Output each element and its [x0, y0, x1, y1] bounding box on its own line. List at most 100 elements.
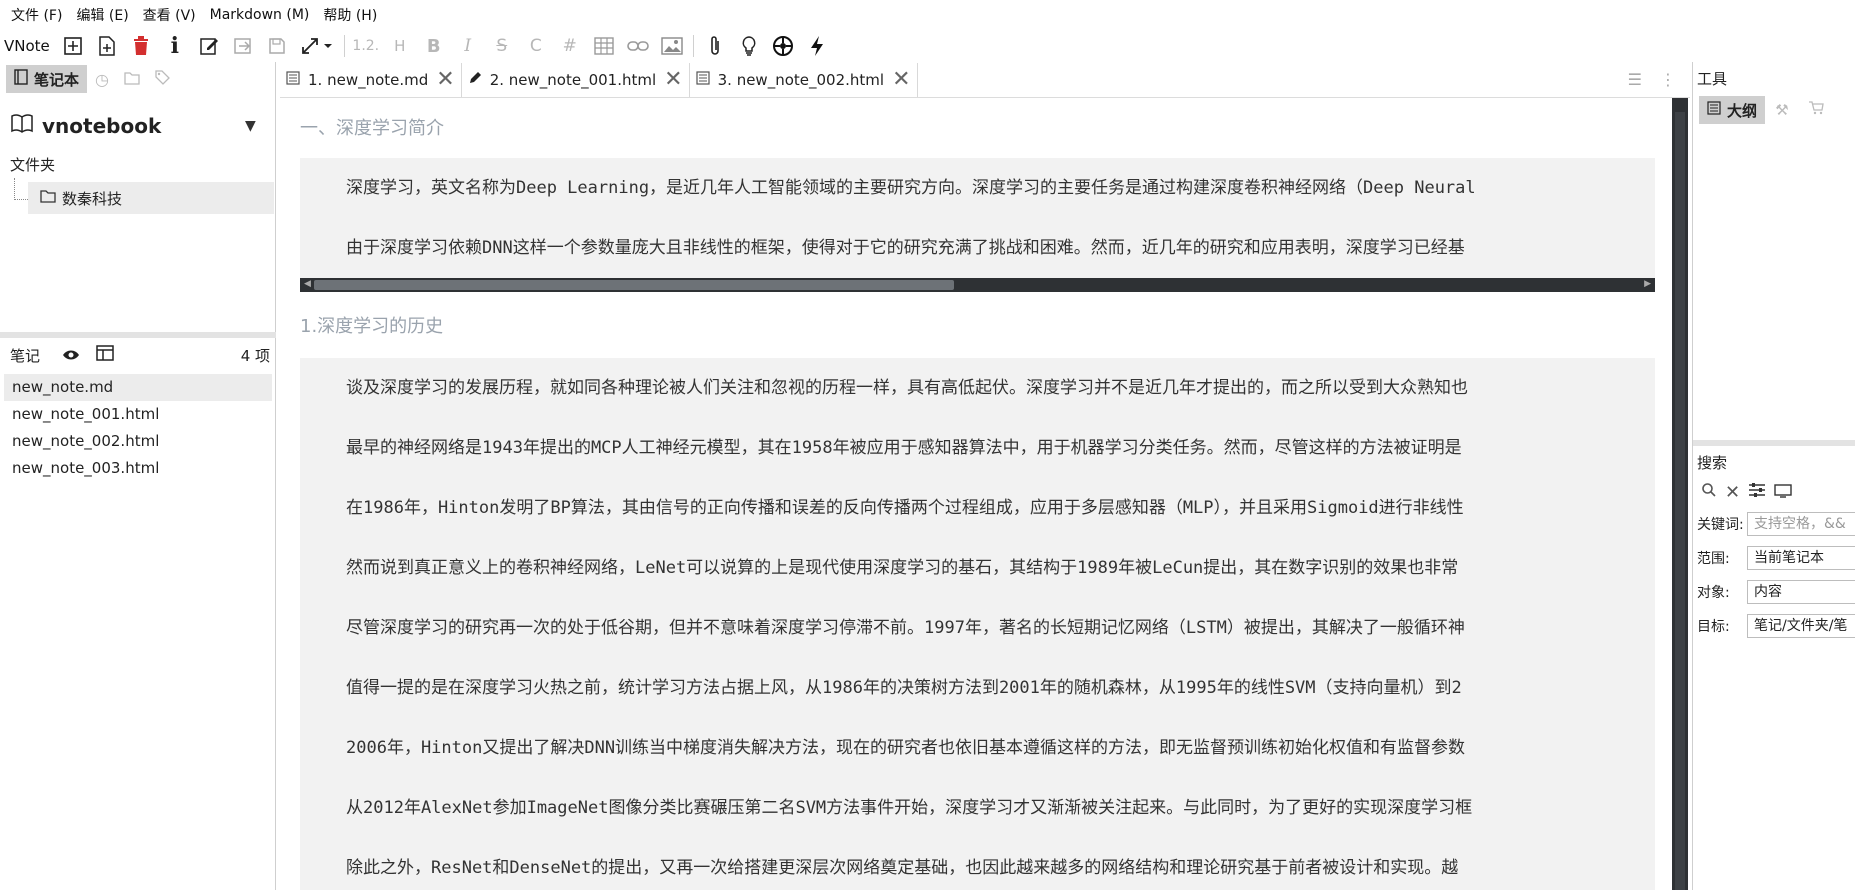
list-item[interactable]: new_note_001.html — [4, 401, 272, 428]
target-select[interactable]: 笔记/文件夹/笔 — [1747, 614, 1855, 638]
scrollbar-thumb[interactable] — [1675, 112, 1685, 890]
paragraph-line: 除此之外，ResNet和DenseNet的提出，又再一次给搭建更深层次网络奠定基… — [346, 858, 1459, 878]
horizontal-scrollbar[interactable]: ◀ ▶ — [300, 278, 1655, 292]
tools-tab-bar: 大纲 ⚒ — [1693, 95, 1855, 125]
toolbar-separator — [343, 35, 345, 57]
explorer-icon[interactable] — [117, 70, 147, 89]
menu-view[interactable]: 查看 (V) — [136, 5, 203, 25]
console-icon[interactable] — [1774, 483, 1792, 502]
scope-row: 范围: 当前笔记本 — [1693, 541, 1855, 575]
tab-label: 2. new_note_001.html — [489, 70, 657, 89]
left-tab-bar: 笔记本 ◷ — [0, 62, 275, 96]
tab-outline[interactable]: 大纲 — [1699, 96, 1766, 124]
tab-list-icon[interactable]: ☰ — [1628, 70, 1642, 89]
table-icon[interactable] — [587, 31, 621, 61]
info-icon[interactable]: i — [158, 31, 192, 61]
heading-2: 1.深度学习的历史 — [300, 316, 444, 337]
menu-markdown[interactable]: Markdown (M) — [203, 7, 317, 23]
notes-list: new_note.md new_note_001.html new_note_0… — [0, 374, 276, 482]
cart-icon[interactable] — [1799, 101, 1833, 119]
tools-panel: 工具 大纲 ⚒ 搜索 ✕ 关键词: 支持空格，&& 范围: 当前笔记本 对象: … — [1692, 62, 1855, 890]
panel-splitter[interactable] — [1693, 440, 1855, 446]
inline-code-button[interactable]: C — [519, 31, 553, 61]
paragraph-line: 在1986年，Hinton发明了BP算法，其由信号的正向传播和误差的反向传播两个… — [346, 498, 1464, 518]
italic-button[interactable]: I — [451, 31, 485, 61]
search-actions: ✕ — [1693, 477, 1855, 507]
universal-entry-icon[interactable] — [766, 31, 800, 61]
scroll-left-icon[interactable]: ◀ — [304, 279, 311, 289]
image-icon[interactable] — [655, 31, 689, 61]
link-icon[interactable] — [621, 31, 655, 61]
more-options-icon[interactable]: ⋮ — [1660, 70, 1676, 89]
scope-label: 范围: — [1697, 551, 1730, 567]
editor-area[interactable]: 一、深度学习简介 深度学习，英文名称为Deep Learning，是近几年人工智… — [280, 98, 1670, 890]
tab-outline-label: 大纲 — [1727, 101, 1758, 120]
code-block-button[interactable]: # — [553, 31, 587, 61]
chevron-down-icon[interactable]: ▼ — [245, 118, 275, 134]
tab-new-note-002-html[interactable]: 3. new_note_002.html ✕ — [690, 62, 918, 97]
magic-wand-icon[interactable]: ⚒ — [1765, 101, 1799, 119]
heading-button[interactable]: H — [383, 31, 417, 61]
object-row: 对象: 内容 — [1693, 575, 1855, 609]
scroll-right-icon[interactable]: ▶ — [1644, 279, 1651, 289]
list-item[interactable]: new_note_002.html — [4, 428, 272, 455]
list-item[interactable]: new_note.md — [4, 374, 272, 401]
paragraph-line: 从2012年AlexNet参加ImageNet图像分类比赛碾压第二名SVM方法事… — [346, 798, 1473, 818]
history-icon[interactable]: ◷ — [87, 70, 117, 89]
heading-sequence-button[interactable]: 1.2. — [349, 31, 383, 61]
object-select[interactable]: 内容 — [1747, 580, 1855, 604]
target-label: 目标: — [1697, 619, 1730, 635]
notes-header: 笔记 4 项 — [0, 338, 276, 372]
outline-icon — [1707, 101, 1721, 119]
scope-select[interactable]: 当前笔记本 — [1747, 546, 1855, 570]
attachment-icon[interactable] — [698, 31, 732, 61]
flash-icon[interactable] — [800, 31, 834, 61]
tab-new-note-md[interactable]: 1. new_note.md ✕ — [280, 62, 462, 97]
strikethrough-button[interactable]: S — [485, 31, 519, 61]
view-mode-icon[interactable] — [88, 345, 122, 365]
navigation-panel: 笔记本 ◷ vnotebook ▼ 文件夹 数秦科技 笔记 4 项 new_no… — [0, 62, 276, 890]
tag-icon[interactable] — [147, 69, 177, 89]
lightbulb-icon[interactable] — [732, 31, 766, 61]
close-icon[interactable]: ✕ — [436, 67, 454, 92]
folder-item-label: 数秦科技 — [62, 189, 123, 208]
search-icon[interactable] — [1701, 482, 1717, 502]
tab-notebook[interactable]: 笔记本 — [6, 65, 88, 93]
delete-icon[interactable] — [124, 31, 158, 61]
new-note-icon[interactable] — [90, 31, 124, 61]
notes-label: 笔记 — [10, 346, 41, 365]
close-icon[interactable]: ✕ — [892, 67, 910, 92]
list-item[interactable]: new_note_003.html — [4, 455, 272, 482]
target-row: 目标: 笔记/文件夹/笔 — [1693, 609, 1855, 643]
menu-file[interactable]: 文件 (F) — [4, 5, 69, 25]
folder-item[interactable]: 数秦科技 — [28, 182, 274, 214]
notebook-selector[interactable]: vnotebook ▼ — [0, 100, 275, 152]
settings-icon[interactable] — [1748, 482, 1766, 502]
vertical-scrollbar[interactable] — [1672, 98, 1688, 890]
close-icon[interactable]: ✕ — [664, 67, 682, 92]
pencil-icon — [468, 71, 482, 89]
save-icon[interactable] — [260, 31, 294, 61]
new-notebook-icon[interactable] — [56, 31, 90, 61]
paragraph-line: 值得一提的是在深度学习火热之前，统计学习方法占据上风，从1986年的决策树方法到… — [346, 678, 1462, 698]
menu-edit[interactable]: 编辑 (E) — [69, 5, 135, 25]
app-label: VNote — [4, 37, 50, 55]
paragraph-line: 谈及深度学习的发展历程，就如同各种理论被人们关注和忽视的历程一样，具有高低起伏。… — [346, 378, 1468, 398]
toolbar-separator — [692, 35, 694, 57]
expand-icon[interactable] — [294, 31, 340, 61]
notebook-tab-icon — [14, 69, 28, 89]
clear-icon[interactable]: ✕ — [1725, 482, 1740, 503]
notebook-name: vnotebook — [42, 114, 162, 138]
edit-icon[interactable] — [192, 31, 226, 61]
bold-button[interactable]: B — [417, 31, 451, 61]
heading-1: 一、深度学习简介 — [300, 118, 444, 139]
menu-help[interactable]: 帮助 (H) — [316, 5, 384, 25]
notes-count: 4 项 — [240, 346, 270, 365]
tab-new-note-001-html[interactable]: 2. new_note_001.html ✕ — [462, 62, 690, 97]
folder-section-label: 文件夹 — [10, 156, 56, 174]
editor-tab-bar: 1. new_note.md ✕ 2. new_note_001.html ✕ … — [280, 62, 1690, 98]
eye-icon[interactable] — [54, 346, 88, 365]
exit-edit-icon[interactable] — [226, 31, 260, 61]
scrollbar-thumb[interactable] — [314, 280, 954, 290]
keyword-input[interactable]: 支持空格，&& — [1747, 512, 1855, 536]
